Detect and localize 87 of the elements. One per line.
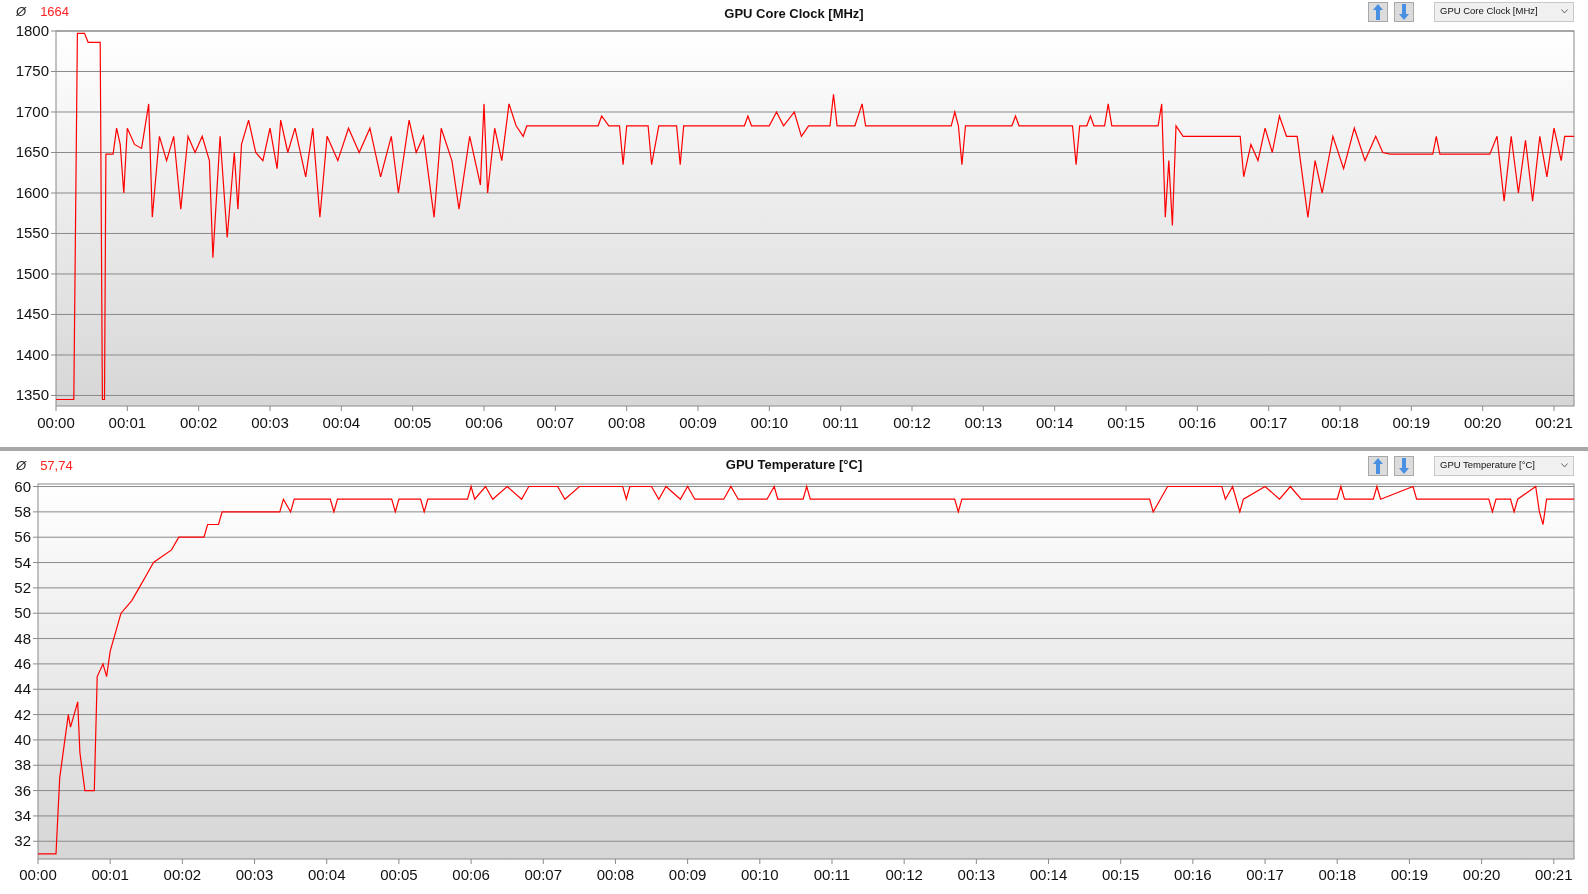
- x-tick-label: 00:16: [1178, 414, 1217, 431]
- x-tick-label: 00:11: [822, 414, 859, 431]
- y-tick-label: 36: [14, 781, 31, 799]
- x-tick-label: 00:16: [1174, 866, 1212, 883]
- y-tick-label: 1500: [15, 265, 49, 282]
- x-tick-label: 00:03: [251, 414, 289, 431]
- x-tick-label: 00:09: [668, 866, 707, 883]
- x-tick-label: 00:10: [741, 866, 779, 883]
- move-down-button[interactable]: [1394, 1, 1414, 22]
- chart-title: GPU Core Clock [MHz]: [724, 5, 864, 23]
- x-tick-label: 00:10: [750, 414, 789, 431]
- x-tick-label: 00:00: [37, 414, 75, 431]
- x-tick-label: 00:08: [607, 414, 646, 431]
- x-tick-label: 00:15: [1107, 414, 1145, 431]
- x-tick-label: 00:20: [1462, 866, 1501, 883]
- x-tick-label: 00:19: [1390, 866, 1429, 883]
- x-tick-label: 00:20: [1463, 414, 1502, 431]
- y-tick-label: 42: [14, 705, 31, 723]
- x-tick-label: 00:21: [1535, 414, 1573, 431]
- move-up-button[interactable]: [1368, 455, 1388, 476]
- x-tick-label: 00:02: [163, 866, 202, 883]
- y-tick-label: 1750: [15, 62, 49, 80]
- y-tick-label: 34: [14, 806, 31, 824]
- x-tick-label: 00:01: [91, 866, 129, 883]
- y-tick-label: 40: [14, 730, 31, 748]
- x-tick-label: 00:07: [536, 414, 575, 431]
- y-tick-label: 1350: [15, 386, 49, 404]
- up-arrow-icon: [1373, 3, 1383, 20]
- x-tick-label: 00:07: [524, 866, 563, 883]
- average-value: 1664: [40, 2, 70, 21]
- x-tick-label: 00:21: [1535, 866, 1573, 883]
- average-value: 57,74: [40, 456, 73, 475]
- y-tick-label: 48: [14, 629, 31, 647]
- y-tick-label: 54: [14, 553, 31, 571]
- x-tick-label: 00:15: [1101, 866, 1140, 883]
- x-tick-label: 00:14: [1035, 414, 1074, 431]
- x-tick-label: 00:19: [1392, 414, 1431, 431]
- y-tick-label: 32: [14, 832, 31, 850]
- y-tick-label: 1550: [15, 224, 49, 242]
- y-tick-label: 60: [14, 480, 31, 495]
- y-tick-label: 1700: [15, 103, 49, 120]
- x-tick-label: 00:05: [393, 414, 432, 431]
- x-tick-label: 00:17: [1249, 414, 1288, 431]
- y-tick-label: 56: [14, 528, 31, 546]
- x-tick-label: 00:11: [813, 866, 851, 883]
- y-tick-label: 52: [14, 578, 31, 596]
- down-arrow-icon: [1399, 3, 1409, 20]
- y-tick-label: 44: [14, 680, 31, 698]
- x-tick-label: 00:06: [465, 414, 503, 431]
- y-tick-label: 46: [14, 654, 31, 672]
- x-tick-label: 00:01: [108, 414, 147, 431]
- x-tick-label: 00:05: [380, 866, 418, 883]
- x-tick-label: 00:04: [307, 866, 346, 883]
- x-tick-label: 00:08: [596, 866, 635, 883]
- x-tick-label: 00:02: [179, 414, 218, 431]
- x-tick-label: 00:06: [452, 866, 490, 883]
- y-tick-label: 1650: [15, 143, 49, 161]
- move-down-button[interactable]: [1394, 455, 1414, 476]
- chart-title: GPU Temperature [°C]: [725, 456, 863, 474]
- down-arrow-icon: [1399, 457, 1409, 474]
- x-tick-label: 00:04: [322, 414, 361, 431]
- x-tick-label: 00:14: [1029, 866, 1068, 883]
- move-up-button[interactable]: [1368, 1, 1388, 22]
- x-tick-label: 00:03: [235, 866, 274, 883]
- sensor-dropdown[interactable]: GPU Temperature [°C]: [1434, 455, 1574, 476]
- average-symbol: Ø: [16, 2, 27, 21]
- average-symbol: Ø: [16, 456, 27, 475]
- y-tick-label: 58: [14, 502, 31, 520]
- x-tick-label: 00:18: [1318, 866, 1356, 883]
- x-tick-label: 00:18: [1321, 414, 1359, 431]
- y-tick-label: 1450: [15, 305, 49, 323]
- sensor-dropdown[interactable]: GPU Core Clock [MHz]: [1434, 1, 1574, 22]
- x-tick-label: 00:00: [19, 866, 57, 883]
- x-tick-label: 00:13: [957, 866, 996, 883]
- y-tick-label: 50: [14, 604, 31, 622]
- x-tick-label: 00:17: [1246, 866, 1284, 883]
- up-arrow-icon: [1373, 457, 1383, 474]
- x-tick-label: 00:13: [964, 414, 1003, 431]
- x-tick-label: 00:09: [679, 414, 717, 431]
- x-tick-label: 00:12: [893, 414, 931, 431]
- y-tick-label: 38: [14, 756, 31, 774]
- y-tick-label: 1800: [15, 23, 49, 39]
- y-tick-label: 1400: [15, 345, 49, 363]
- chevron-down-icon: [1561, 463, 1568, 468]
- x-tick-label: 00:12: [885, 866, 923, 883]
- chevron-down-icon: [1561, 9, 1568, 14]
- y-tick-label: 1600: [15, 184, 49, 201]
